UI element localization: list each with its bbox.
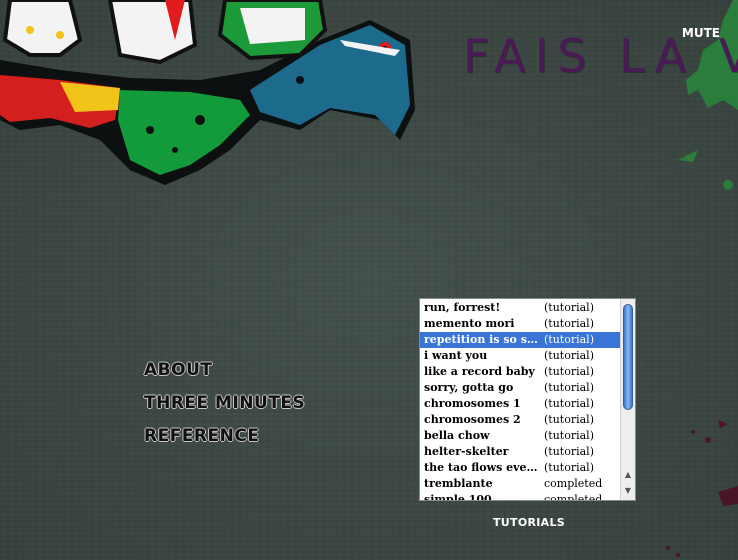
three-minutes-link[interactable]: THREE MINUTES xyxy=(144,393,305,413)
level-row[interactable]: run, forrest! (tutorial) xyxy=(420,300,620,316)
level-row[interactable]: helter-skelter (tutorial) xyxy=(420,444,620,460)
level-name: run, forrest! xyxy=(424,301,501,314)
level-status: completed xyxy=(544,493,603,501)
logo-artwork xyxy=(0,0,415,185)
level-name: tremblante xyxy=(424,477,493,490)
scrollbar-thumb[interactable] xyxy=(623,304,633,410)
level-name: helter-skelter xyxy=(424,445,509,458)
level-name: simple 100 xyxy=(424,493,492,501)
mute-button[interactable]: MUTE xyxy=(682,26,720,40)
scroll-down-arrow-icon[interactable]: ▼ xyxy=(621,485,635,497)
level-name: chromosomes 1 xyxy=(424,397,521,410)
level-status: (tutorial) xyxy=(544,461,594,474)
level-list-scrollbar[interactable]: ▲ ▼ xyxy=(620,299,635,500)
level-row[interactable]: simple 100 completed xyxy=(420,492,620,501)
reference-link[interactable]: REFERENCE xyxy=(144,426,305,446)
level-name: chromosomes 2 xyxy=(424,413,521,426)
level-status: (tutorial) xyxy=(544,301,594,314)
red-splatter xyxy=(666,420,738,557)
level-row[interactable]: chromosomes 1 (tutorial) xyxy=(420,396,620,412)
level-name: the tao flows every… xyxy=(424,461,540,474)
level-status: (tutorial) xyxy=(544,445,594,458)
level-row[interactable]: the tao flows every… (tutorial) xyxy=(420,460,620,476)
level-status: (tutorial) xyxy=(544,381,594,394)
level-status: (tutorial) xyxy=(544,317,594,330)
level-name: bella chow xyxy=(424,429,490,442)
level-status: (tutorial) xyxy=(544,397,594,410)
level-row[interactable]: like a record baby (tutorial) xyxy=(420,364,620,380)
level-name: memento mori xyxy=(424,317,515,330)
level-row[interactable]: memento mori (tutorial) xyxy=(420,316,620,332)
level-status: completed xyxy=(544,477,603,490)
level-status: (tutorial) xyxy=(544,413,594,426)
level-row[interactable]: repetition is so so co… (tutorial) xyxy=(420,332,620,348)
about-link[interactable]: ABOUT xyxy=(144,360,305,380)
level-row[interactable]: i want you (tutorial) xyxy=(420,348,620,364)
level-row[interactable]: chromosomes 2 (tutorial) xyxy=(420,412,620,428)
level-row[interactable]: tremblante completed xyxy=(420,476,620,492)
level-name: sorry, gotta go xyxy=(424,381,514,394)
level-row[interactable]: sorry, gotta go (tutorial) xyxy=(420,380,620,396)
level-list[interactable]: run, forrest! (tutorial) memento mori (tuto… xyxy=(419,298,636,501)
level-status: (tutorial) xyxy=(544,429,594,442)
level-status: (tutorial) xyxy=(544,349,594,362)
level-rows: run, forrest! (tutorial) memento mori (tuto… xyxy=(420,300,620,501)
level-name: repetition is so so co… xyxy=(424,333,540,346)
level-status: (tutorial) xyxy=(544,365,594,378)
level-status: (tutorial) xyxy=(544,333,594,346)
tutorials-label: TUTORIALS xyxy=(493,516,565,529)
level-name: i want you xyxy=(424,349,488,362)
level-name: like a record baby xyxy=(424,365,535,378)
scroll-up-arrow-icon[interactable]: ▲ xyxy=(621,469,635,481)
main-menu: ABOUT THREE MINUTES REFERENCE xyxy=(144,360,305,459)
level-row[interactable]: bella chow (tutorial) xyxy=(420,428,620,444)
